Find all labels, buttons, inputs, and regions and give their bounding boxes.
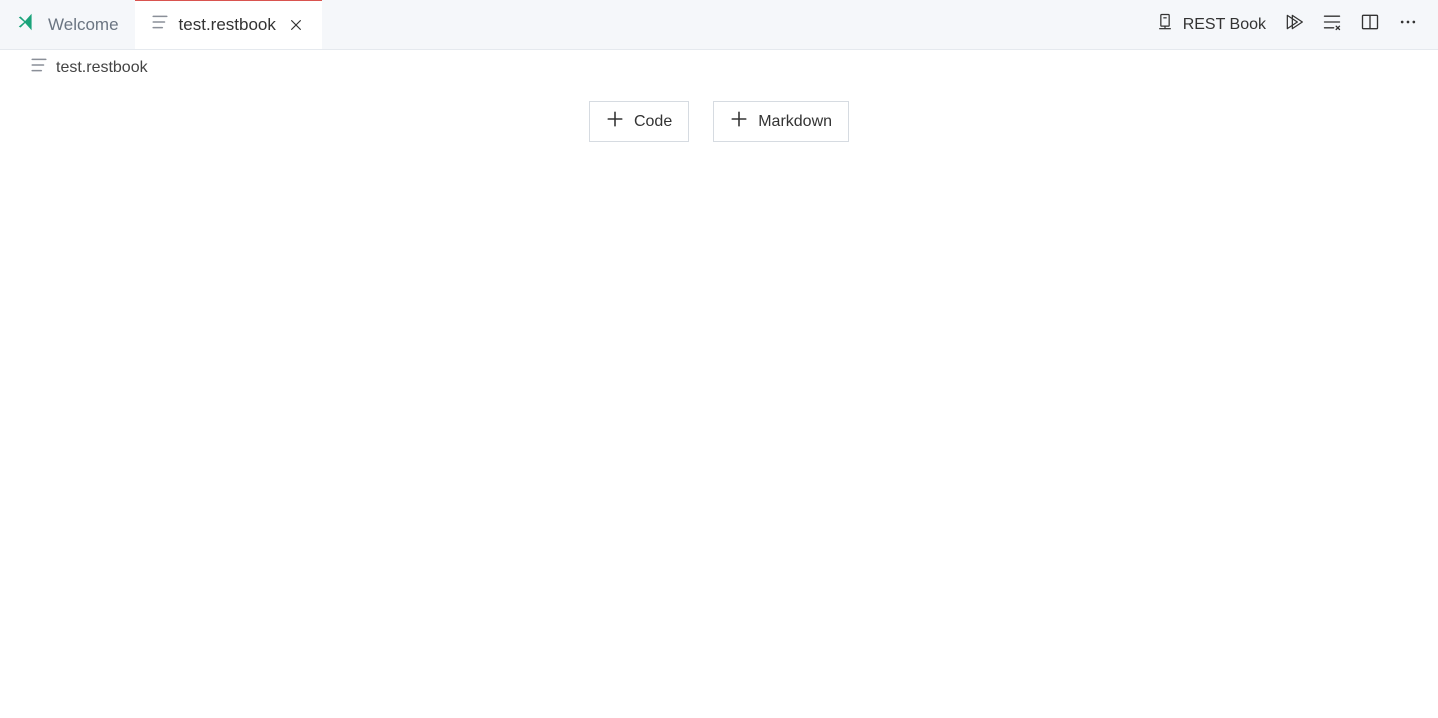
run-all-button[interactable]: [1284, 12, 1304, 37]
split-editor-button[interactable]: [1360, 12, 1380, 37]
breadcrumb[interactable]: test.restbook: [0, 50, 1438, 85]
vscode-logo-icon: [16, 11, 38, 38]
kernel-picker[interactable]: REST Book: [1155, 12, 1266, 37]
plus-icon: [730, 110, 748, 133]
add-code-label: Code: [634, 113, 672, 131]
editor-actions: REST Book: [1155, 12, 1438, 37]
server-icon: [1155, 12, 1175, 37]
tab-bar: Welcome test.restbook: [0, 0, 1438, 50]
clear-all-icon: [1322, 12, 1342, 37]
add-cell-buttons: Code Markdown: [589, 101, 849, 142]
tab-file[interactable]: test.restbook: [135, 0, 322, 49]
add-code-cell-button[interactable]: Code: [589, 101, 689, 142]
breadcrumb-filename: test.restbook: [56, 59, 148, 77]
close-icon[interactable]: [286, 15, 306, 35]
tab-file-label: test.restbook: [179, 15, 276, 35]
run-all-icon: [1284, 12, 1304, 37]
more-actions-button[interactable]: [1398, 12, 1418, 37]
add-markdown-cell-button[interactable]: Markdown: [713, 101, 849, 142]
split-layout-icon: [1360, 12, 1380, 37]
add-markdown-label: Markdown: [758, 113, 832, 131]
plus-icon: [606, 110, 624, 133]
notebook-area: Code Markdown: [0, 85, 1438, 142]
ellipsis-icon: [1398, 12, 1418, 37]
tab-welcome-label: Welcome: [48, 15, 119, 35]
tab-welcome[interactable]: Welcome: [0, 0, 135, 49]
file-list-icon: [151, 13, 169, 36]
clear-outputs-button[interactable]: [1322, 12, 1342, 37]
file-list-icon: [30, 56, 48, 79]
kernel-label: REST Book: [1183, 16, 1266, 34]
